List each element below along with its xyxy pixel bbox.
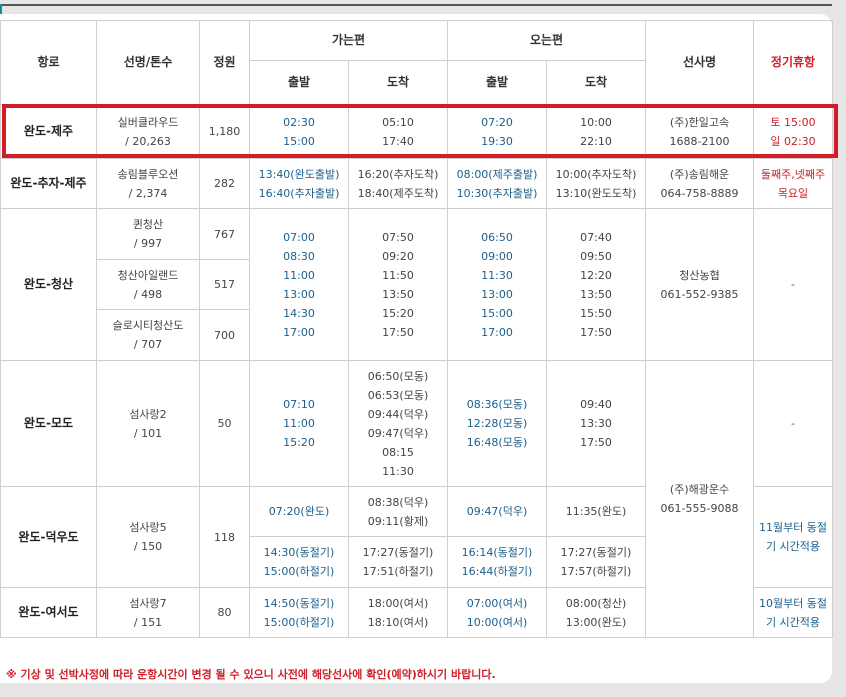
header-route: 항로 xyxy=(0,20,97,105)
ferry-schedule-table: 항로 선명/톤수 정원 가는편 오는편 선사명 정기휴항 출발 도착 출발 도착… xyxy=(0,20,833,638)
header-in-depart: 출발 xyxy=(447,60,547,105)
in-depart-cell: 09:47(덕우) xyxy=(447,486,547,537)
capacity-cell: 282 xyxy=(199,158,250,209)
out-depart-cell: 02:30 15:00 xyxy=(249,104,349,159)
out-depart-cell: 13:40(완도출발) 16:40(추자출발) xyxy=(249,158,349,209)
route-name: 완도-청산 xyxy=(0,208,97,361)
route-name: 완도-제주 xyxy=(0,104,97,159)
capacity-cell: 767 xyxy=(199,208,250,260)
notice-text: ※ 기상 및 선박사정에 따라 운항시간이 변경 될 수 있으니 사전에 해당선… xyxy=(6,668,496,681)
table-row: 완도-추자-제주 송림블루오션/ 2,374 282 13:40(완도출발) 16… xyxy=(0,158,833,209)
in-depart-cell: 06:50 09:00 11:30 13:00 15:00 17:00 xyxy=(447,208,547,361)
holiday-cell: - xyxy=(753,360,833,487)
header-out-depart: 출발 xyxy=(249,60,349,105)
table-row: 완도-모도 섬사랑2/ 101 50 07:10 11:00 15:20 06:50… xyxy=(0,360,833,638)
out-depart-cell: 07:10 11:00 15:20 xyxy=(249,360,349,487)
header-outbound: 가는편 xyxy=(249,20,448,61)
route-name: 완도-여서도 xyxy=(0,587,97,638)
capacity-cell: 517 xyxy=(199,259,250,310)
route-name: 완도-덕우도 xyxy=(0,486,97,588)
header-holiday: 정기휴항 xyxy=(753,20,833,105)
header-inbound: 오는편 xyxy=(447,20,646,61)
operator-cell: (주)해광운수 061-555-9088 xyxy=(645,360,754,638)
holiday-cell: 10월부터 동절 기 시간적용 xyxy=(753,587,833,638)
capacity-cell: 80 xyxy=(199,587,250,638)
ship-cell: 섬사랑2/ 101 xyxy=(96,360,200,487)
out-depart-cell: 07:20(완도) xyxy=(249,486,349,537)
holiday-cell: 11월부터 동절 기 시간적용 xyxy=(753,486,833,588)
header-capacity: 정원 xyxy=(199,20,250,105)
out-arrive-cell: 17:27(동절기) 17:51(하절기) xyxy=(348,536,448,588)
schedule-panel: 항로 선명/톤수 정원 가는편 오는편 선사명 정기휴항 출발 도착 출발 도착… xyxy=(0,14,833,683)
table-row: 완도-청산 퀸청산/ 997 767 07:00 08:30 11:00 13:00 1… xyxy=(0,208,833,361)
out-arrive-cell: 06:50(모동) 06:53(모동) 09:44(덕우) 09:47(덕우) 08:1… xyxy=(348,360,448,487)
ship-cell: 실버클라우드/ 20,263 xyxy=(96,104,200,159)
out-arrive-cell: 07:50 09:20 11:50 13:50 15:20 17:50 xyxy=(348,208,448,361)
ship-cell: 청산아일랜드/ 498 xyxy=(96,259,200,310)
operator-cell: (주)송림해운 064-758-8889 xyxy=(645,158,754,209)
out-arrive-cell: 08:38(덕우) 09:11(황제) xyxy=(348,486,448,537)
operator-cell: 청산농협 061-552-9385 xyxy=(645,208,754,361)
ship-cell: 섬사랑7/ 151 xyxy=(96,587,200,638)
holiday-cell: 둘째주,넷째주 목요일 xyxy=(753,158,833,209)
header-ship: 선명/톤수 xyxy=(96,20,200,105)
in-arrive-cell: 10:00 22:10 xyxy=(546,104,646,159)
in-arrive-cell: 17:27(동절기) 17:57(하절기) xyxy=(546,536,646,588)
in-depart-cell: 08:00(제주출발) 10:30(추자출발) xyxy=(447,158,547,209)
out-depart-cell: 07:00 08:30 11:00 13:00 14:30 17:00 xyxy=(249,208,349,361)
in-arrive-cell: 11:35(완도) xyxy=(546,486,646,537)
ship-cell: 슬로시티청산도/ 707 xyxy=(96,309,200,361)
capacity-cell: 1,180 xyxy=(199,104,250,159)
route-name: 완도-추자-제주 xyxy=(0,158,97,209)
in-depart-cell: 07:20 19:30 xyxy=(447,104,547,159)
ship-cell: 퀸청산/ 997 xyxy=(96,208,200,260)
header-operator: 선사명 xyxy=(645,20,754,105)
out-depart-cell: 14:30(동절기) 15:00(하절기) xyxy=(249,536,349,588)
route-name: 완도-모도 xyxy=(0,360,97,487)
holiday-cell: - xyxy=(753,208,833,361)
out-arrive-cell: 16:20(추자도착) 18:40(제주도착) xyxy=(348,158,448,209)
capacity-cell: 700 xyxy=(199,309,250,361)
holiday-cell: 토 15:00 일 02:30 xyxy=(753,104,833,159)
in-depart-cell: 08:36(모동) 12:28(모동) 16:48(모동) xyxy=(447,360,547,487)
capacity-cell: 50 xyxy=(199,360,250,487)
capacity-cell: 118 xyxy=(199,486,250,588)
in-arrive-cell: 08:00(청산) 13:00(완도) xyxy=(546,587,646,638)
out-depart-cell: 14:50(동절기) 15:00(하절기) xyxy=(249,587,349,638)
in-arrive-cell: 07:40 09:50 12:20 13:50 15:50 17:50 xyxy=(546,208,646,361)
in-arrive-cell: 09:40 13:30 17:50 xyxy=(546,360,646,487)
operator-cell: (주)한일고속 1688-2100 xyxy=(645,104,754,159)
in-arrive-cell: 10:00(추자도착) 13:10(완도도착) xyxy=(546,158,646,209)
in-depart-cell: 16:14(동절기) 16:44(하절기) xyxy=(447,536,547,588)
out-arrive-cell: 05:10 17:40 xyxy=(348,104,448,159)
table-row: 완도-제주 실버클라우드/ 20,263 1,180 02:30 15:00 05… xyxy=(0,104,833,159)
ship-cell: 섬사랑5/ 150 xyxy=(96,486,200,588)
header-out-arrive: 도착 xyxy=(348,60,448,105)
out-arrive-cell: 18:00(여서) 18:10(여서) xyxy=(348,587,448,638)
ship-cell: 송림블루오션/ 2,374 xyxy=(96,158,200,209)
in-depart-cell: 07:00(여서) 10:00(여서) xyxy=(447,587,547,638)
top-divider xyxy=(0,4,832,6)
header-in-arrive: 도착 xyxy=(546,60,646,105)
